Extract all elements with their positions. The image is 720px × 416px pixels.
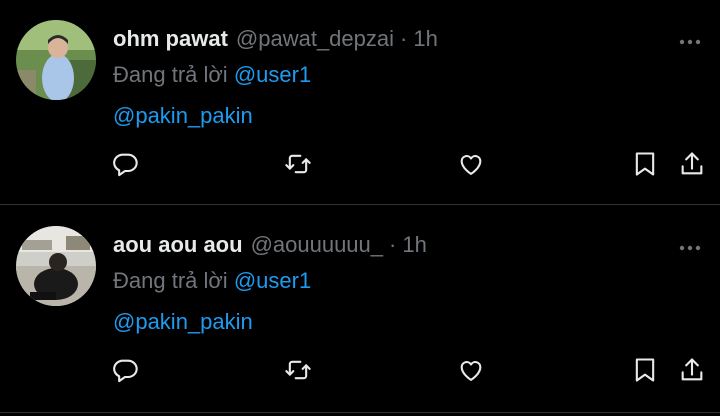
divider xyxy=(0,412,720,413)
avatar[interactable] xyxy=(16,20,96,100)
more-icon[interactable] xyxy=(678,34,702,52)
replying-to: Đang trả lời @user1 xyxy=(113,62,311,88)
divider xyxy=(0,204,720,205)
share-icon[interactable] xyxy=(678,150,706,178)
replying-to-label: Đang trả lời xyxy=(113,62,228,87)
replying-to: Đang trả lời @user1 xyxy=(113,268,311,294)
share-icon[interactable] xyxy=(678,356,706,384)
username[interactable]: @aouuuuuu_ xyxy=(251,232,383,258)
tweet[interactable]: ohm pawat @pawat_depzai · 1h Đang trả lờ… xyxy=(0,0,720,204)
separator: · xyxy=(400,26,408,51)
separator: · xyxy=(389,232,397,257)
comment-icon[interactable] xyxy=(111,150,139,178)
username[interactable]: @pawat_depzai xyxy=(236,26,394,52)
heart-icon[interactable] xyxy=(457,150,485,178)
comment-icon[interactable] xyxy=(111,356,139,384)
more-icon[interactable] xyxy=(678,240,702,258)
tweet-header: ohm pawat @pawat_depzai · 1h xyxy=(113,26,438,52)
retweet-icon[interactable] xyxy=(284,150,312,178)
tweet-text-mention[interactable]: @pakin_pakin xyxy=(113,309,253,335)
tweet-header: aou aou aou @aouuuuuu_ · 1h xyxy=(113,232,427,258)
tweet[interactable]: aou aou aou @aouuuuuu_ · 1h Đang trả lời… xyxy=(0,206,720,412)
heart-icon[interactable] xyxy=(457,356,485,384)
retweet-icon[interactable] xyxy=(284,356,312,384)
reply-mention-link[interactable]: @user1 xyxy=(234,62,311,87)
display-name[interactable]: ohm pawat xyxy=(113,26,228,52)
replying-to-label: Đang trả lời xyxy=(113,268,228,293)
bookmark-icon[interactable] xyxy=(631,356,659,384)
timestamp[interactable]: 1h xyxy=(413,26,437,52)
reply-mention-link[interactable]: @user1 xyxy=(234,268,311,293)
bookmark-icon[interactable] xyxy=(631,150,659,178)
timestamp[interactable]: 1h xyxy=(402,232,426,258)
display-name[interactable]: aou aou aou xyxy=(113,232,243,258)
tweet-text-mention[interactable]: @pakin_pakin xyxy=(113,103,253,129)
avatar[interactable] xyxy=(16,226,96,306)
